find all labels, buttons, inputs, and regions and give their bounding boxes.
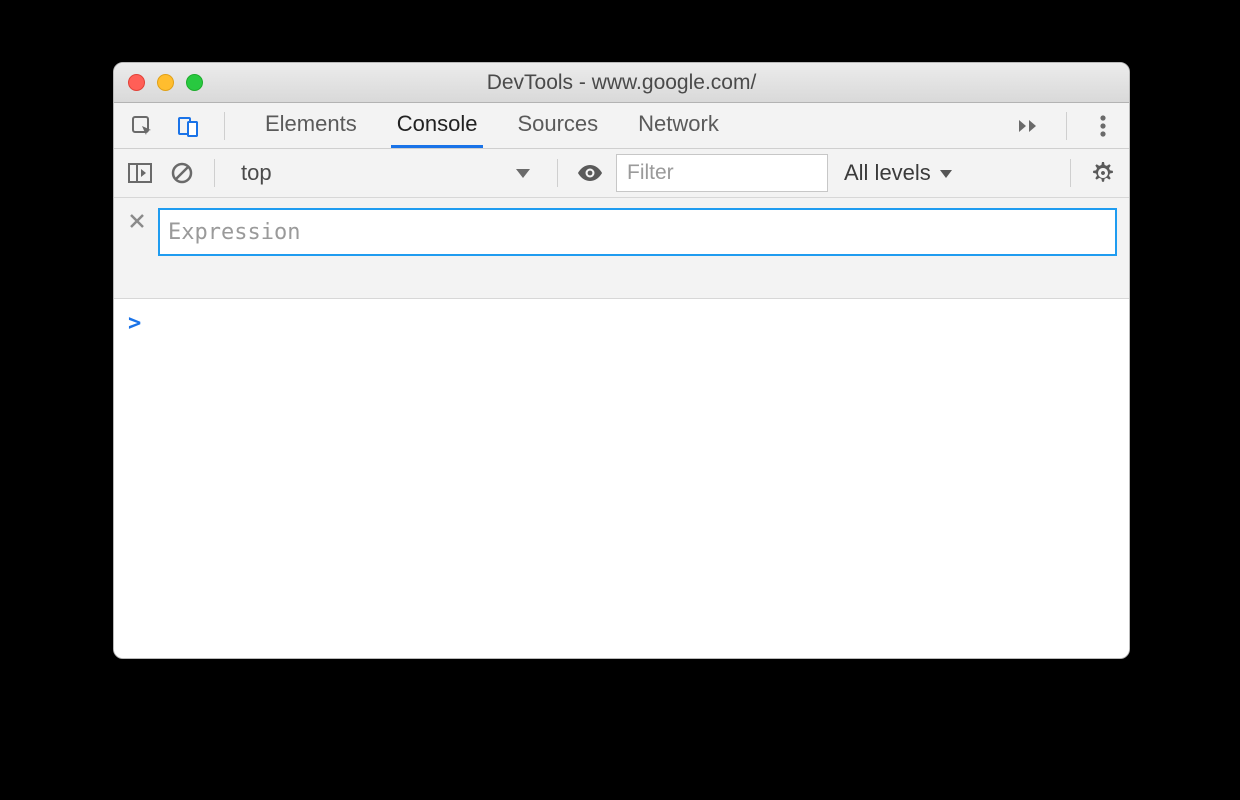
- context-selector[interactable]: top: [231, 156, 541, 190]
- filter-input[interactable]: [616, 154, 828, 192]
- clear-console-icon[interactable]: [166, 157, 198, 189]
- device-toolbar-icon[interactable]: [172, 110, 204, 142]
- tab-elements[interactable]: Elements: [259, 103, 363, 148]
- console-prompt-caret: >: [128, 311, 141, 336]
- tabstrip-right-tools: [1014, 103, 1129, 148]
- log-levels-selector[interactable]: All levels: [838, 160, 959, 186]
- live-expression-eye-icon[interactable]: [574, 157, 606, 189]
- tab-label: Elements: [265, 111, 357, 137]
- window-minimize-button[interactable]: [157, 74, 174, 91]
- window-close-button[interactable]: [128, 74, 145, 91]
- tab-network[interactable]: Network: [632, 103, 725, 148]
- window-zoom-button[interactable]: [186, 74, 203, 91]
- close-icon[interactable]: [126, 208, 148, 236]
- show-console-sidebar-icon[interactable]: [124, 157, 156, 189]
- chevron-down-icon: [939, 160, 953, 186]
- chevron-down-icon: [515, 160, 531, 186]
- live-expression-row: [114, 198, 1129, 299]
- kebab-menu-icon[interactable]: [1087, 110, 1119, 142]
- separator: [1066, 112, 1067, 140]
- tab-console[interactable]: Console: [391, 103, 484, 148]
- inspect-element-icon[interactable]: [126, 110, 158, 142]
- titlebar: DevTools - www.google.com/: [114, 63, 1129, 103]
- tab-label: Network: [638, 111, 719, 137]
- separator: [224, 112, 225, 140]
- console-toolbar: top All levels: [114, 149, 1129, 198]
- context-selector-label: top: [241, 160, 272, 186]
- separator: [214, 159, 215, 187]
- tab-sources[interactable]: Sources: [511, 103, 604, 148]
- settings-gear-icon[interactable]: [1087, 157, 1119, 189]
- console-output[interactable]: >: [114, 299, 1129, 659]
- separator: [1070, 159, 1071, 187]
- devtools-window: DevTools - www.google.com/ Elements: [113, 62, 1130, 659]
- tab-label: Console: [397, 111, 478, 137]
- overflow-chevrons-icon[interactable]: [1014, 110, 1046, 142]
- log-levels-label: All levels: [844, 160, 931, 186]
- main-tabstrip: Elements Console Sources Network: [114, 103, 1129, 149]
- tab-label: Sources: [517, 111, 598, 137]
- live-expression-input[interactable]: [158, 208, 1117, 256]
- window-title: DevTools - www.google.com/: [114, 71, 1129, 95]
- separator: [557, 159, 558, 187]
- tabstrip-left-tools: [114, 103, 239, 148]
- panel-tabs: Elements Console Sources Network: [239, 103, 725, 148]
- traffic-lights: [114, 74, 203, 91]
